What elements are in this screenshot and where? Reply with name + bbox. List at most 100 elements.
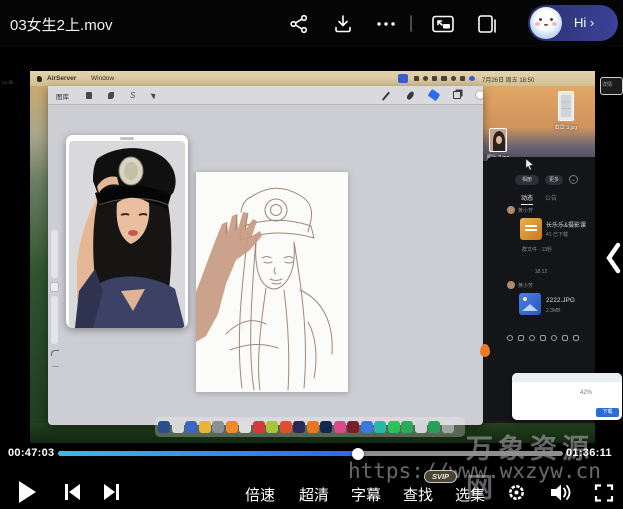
status-icon <box>469 76 475 81</box>
mac-menubar: AirServer Window 7月26日 周五 18:50 <box>30 71 595 86</box>
avatar-face <box>539 18 542 21</box>
chat-timestamp: 18:12 <box>487 269 595 275</box>
top-bar: 03女生2上.mov Hi › <box>0 0 623 47</box>
progress-bar[interactable] <box>58 451 563 456</box>
total-time: 01:36:11 <box>566 447 612 459</box>
status-icon <box>414 76 419 81</box>
dock-app-icon <box>212 421 224 433</box>
avatar <box>530 7 562 39</box>
chat-input-toolbar <box>507 335 587 341</box>
dock <box>155 417 465 437</box>
speed-button[interactable]: 倍速 <box>245 484 275 505</box>
chevron-left-icon[interactable] <box>604 242 622 274</box>
input-method-icon <box>398 74 408 83</box>
avatar-cheek <box>535 22 540 26</box>
picture-in-picture-icon[interactable] <box>430 12 456 36</box>
opacity-slider <box>51 296 58 344</box>
image-file-name: 2222.JPG <box>546 297 575 304</box>
chat-tool-icon <box>518 335 524 341</box>
side-panel-tab[interactable]: 详情 <box>600 77 623 95</box>
chat-tool-icon <box>562 335 568 341</box>
dock-app-icon <box>266 421 278 433</box>
procreate-window: 图库 S <box>48 86 483 425</box>
previous-button[interactable] <box>61 482 85 502</box>
smudge-tool-icon <box>406 90 415 100</box>
color-swatch-icon <box>475 90 483 100</box>
svip-badge-label: SVIP <box>425 471 456 482</box>
dock-app-icon <box>158 421 170 433</box>
desktop-file-label: 截屏 3.jpg <box>538 124 594 131</box>
download-icon[interactable] <box>332 13 354 35</box>
avatar-mouth <box>544 24 548 26</box>
quality-button[interactable]: 超清 <box>299 484 329 505</box>
dock-app-icon <box>199 421 211 433</box>
video-title: 03女生2上.mov <box>10 14 113 35</box>
flame-sticker-icon <box>480 344 490 357</box>
chat-tool-icon <box>540 335 546 341</box>
actions-wrench-icon <box>86 92 92 99</box>
status-icon <box>432 76 437 81</box>
dock-app-icon <box>293 421 305 433</box>
episodes-button[interactable]: 选集 <box>455 484 485 505</box>
settings-gear-icon[interactable] <box>506 482 527 503</box>
desktop-file-icon <box>558 91 574 121</box>
selection-icon: S <box>130 91 136 99</box>
progress-handle[interactable] <box>352 448 364 460</box>
thumbnail-content <box>561 95 571 117</box>
dock-app-icon <box>172 421 184 433</box>
account-pill[interactable]: Hi › <box>528 5 618 41</box>
dock-app-icon <box>253 421 265 433</box>
play-button[interactable] <box>19 481 36 503</box>
dock-app-icon <box>415 421 427 433</box>
layers-icon <box>453 91 461 99</box>
gallery-button: 图库 <box>56 91 69 101</box>
thumb-glyph <box>525 225 537 227</box>
reference-photo-card <box>66 135 188 328</box>
rotate-screen-icon[interactable] <box>474 12 500 36</box>
dock-app-icon <box>347 421 359 433</box>
dock-app-icon <box>401 421 413 433</box>
sketch-canvas <box>196 172 348 392</box>
search-button[interactable]: 查找 <box>403 484 433 505</box>
sketch-hand-shading <box>196 212 262 342</box>
video-frame[interactable]: AirServer Window 7月26日 周五 18:50 截屏 3.jpg… <box>30 71 595 443</box>
photo-face <box>496 136 502 144</box>
chat-collapse-icon: ⌄ <box>569 175 578 184</box>
thumb-sun <box>523 297 527 301</box>
share-icon[interactable] <box>288 13 310 35</box>
dock-app-icon <box>442 421 454 433</box>
popup-confirm-button[interactable]: 下载 <box>596 408 619 417</box>
next-button[interactable] <box>99 482 123 502</box>
menubar-window-menu: Window <box>91 75 114 82</box>
popup-dialog[interactable]: 42% 下载 <box>512 373 622 420</box>
dock-app-icon <box>428 421 440 433</box>
dock-app-icon <box>226 421 238 433</box>
chat-tool-icon <box>573 335 579 341</box>
account-label: Hi › <box>574 15 594 30</box>
subtitle-button[interactable]: 字幕 <box>351 484 381 505</box>
chat-avatar <box>507 206 515 214</box>
image-file-sub: 2.3MB <box>546 308 560 314</box>
procreate-toolbar: 图库 S <box>48 86 483 105</box>
volume-icon[interactable] <box>548 482 572 503</box>
status-icon <box>451 76 456 81</box>
brush-size-slider <box>51 230 58 278</box>
chat-tab-inactive: 公告 <box>545 193 557 202</box>
dock-app-icon <box>239 421 251 433</box>
dock-app-icon <box>334 421 346 433</box>
avatar-face-2 <box>550 18 553 21</box>
more-options-icon[interactable] <box>374 13 398 35</box>
chat-tab-active: 动态 <box>521 193 533 205</box>
adjustments-icon <box>108 92 114 99</box>
avatar-cheek-2 <box>552 22 557 26</box>
fullscreen-icon[interactable] <box>594 483 614 503</box>
chat-more-button: 更多 <box>545 175 563 185</box>
sketch-drawing <box>196 172 348 392</box>
dock-app-icon <box>320 421 332 433</box>
menubar-datetime: 7月26日 周五 18:50 <box>482 75 534 84</box>
file-card-title: 长乐乐&摄影课 <box>546 220 590 229</box>
dock-app-icon <box>185 421 197 433</box>
desktop-photo-icon <box>489 128 507 152</box>
brush-tool-icon <box>382 92 390 101</box>
toolbar-divider <box>410 15 412 32</box>
